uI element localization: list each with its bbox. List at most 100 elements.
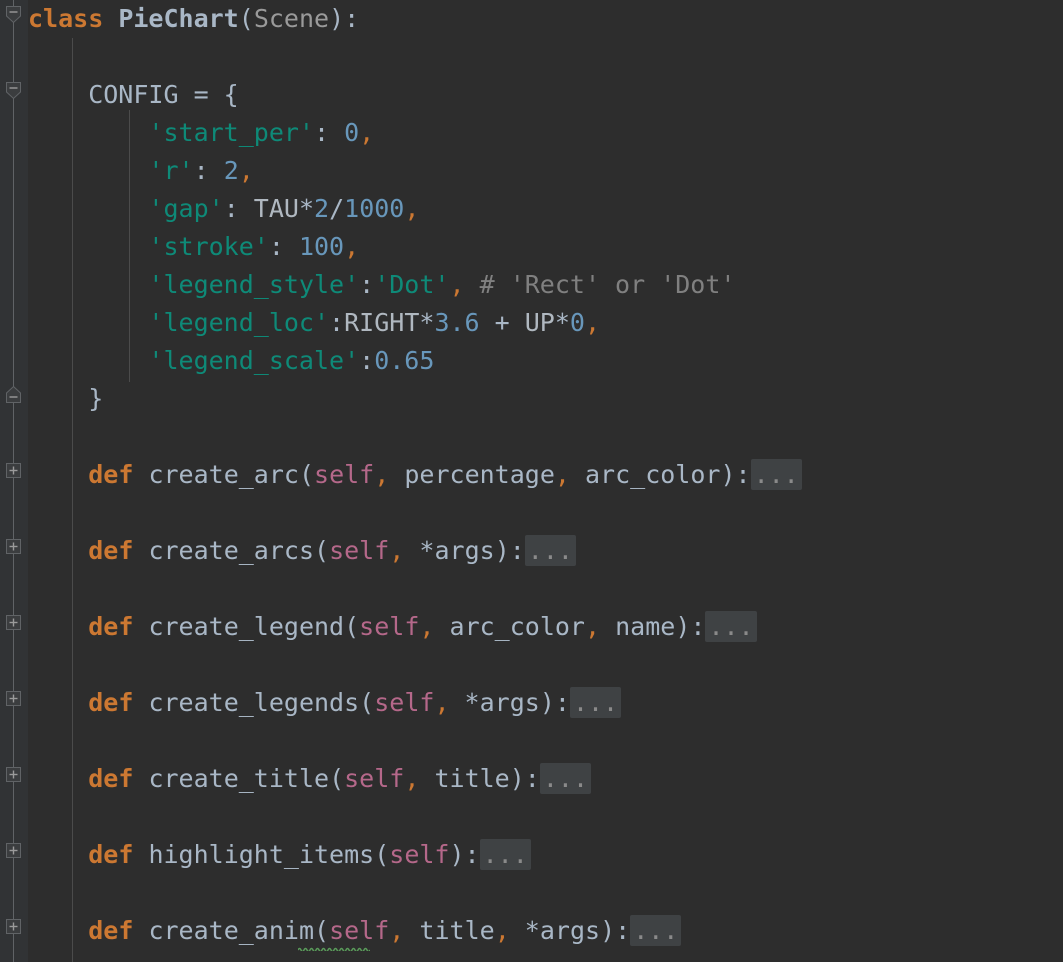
line-config-legend-loc[interactable]: 'legend_loc':RIGHT*3.6 + UP*0, (28, 304, 600, 342)
line-def-create-title[interactable]: def create_title(self, title):... (28, 760, 591, 798)
fold-collapse-class-icon[interactable] (3, 4, 24, 25)
code-token: Scene (253, 4, 330, 33)
line-config-close[interactable]: } (28, 380, 103, 418)
line-config-stroke[interactable]: 'stroke': 100, (28, 228, 359, 266)
code-token: * (419, 308, 435, 337)
code-token: self (329, 916, 390, 945)
code-token: def (88, 916, 134, 945)
code-token: UP (524, 308, 555, 337)
code-token: percentage (404, 460, 555, 489)
fold-expand-create-anim-icon[interactable] (3, 916, 24, 937)
line-config-open[interactable]: CONFIG = { (28, 76, 239, 114)
code-token: args (434, 536, 495, 565)
code-token: TAU (253, 194, 299, 223)
code-token: , (554, 460, 570, 489)
code-token: ): (720, 460, 751, 489)
fold-expand-create-legends-icon[interactable] (3, 688, 24, 709)
line-config-start-per[interactable]: 'start_per': 0, (28, 114, 374, 152)
code-token: * (404, 536, 435, 565)
fold-placeholder-ellipsis[interactable]: ... (569, 687, 622, 718)
code-token: name (615, 612, 676, 641)
code-token: ( (238, 4, 254, 33)
code-token: CONFIG = { (28, 80, 239, 109)
fold-expand-create-legend-icon[interactable] (3, 612, 24, 633)
line-def-highlight-items[interactable]: def highlight_items(self):... (28, 836, 531, 874)
code-token: highlight_items (148, 840, 375, 869)
code-token: PieChart (118, 4, 239, 33)
code-token: ( (359, 688, 375, 717)
fold-end-config-icon[interactable] (3, 384, 24, 405)
line-def-create-arcs[interactable]: def create_arcs(self, *args):... (28, 532, 576, 570)
code-token: ( (374, 840, 390, 869)
code-token: ): (539, 688, 570, 717)
code-token: self (374, 688, 435, 717)
code-token: , (434, 688, 450, 717)
line-config-r[interactable]: 'r': 2, (28, 152, 254, 190)
fold-placeholder-ellipsis[interactable]: ... (524, 535, 576, 566)
fold-spine (13, 0, 14, 962)
code-token: title (419, 916, 495, 945)
line-def-create-legends[interactable]: def create_legends(self, *args):... (28, 684, 622, 722)
code-token: 100 (298, 232, 345, 261)
code-token: self (359, 612, 420, 641)
code-token: self (389, 840, 450, 869)
code-token: 0 (344, 118, 360, 147)
line-def-create-legend[interactable]: def create_legend(self, arc_color, name)… (28, 608, 757, 646)
line-def-create-arc[interactable]: def create_arc(self, percentage, arc_col… (28, 456, 802, 494)
line-config-gap[interactable]: 'gap': TAU*2/1000, (28, 190, 419, 228)
code-token: ): (675, 612, 706, 641)
fold-placeholder-ellipsis[interactable]: ... (750, 459, 802, 490)
fold-expand-create-arcs-icon[interactable] (3, 536, 24, 557)
code-token: 1000 (344, 194, 405, 223)
code-token: * (554, 308, 570, 337)
line-config-legend-scale[interactable]: 'legend_scale':0.65 (28, 342, 434, 380)
code-token: def (88, 688, 134, 717)
code-token: def (88, 764, 134, 793)
code-token: , (584, 308, 601, 337)
fold-expand-create-title-icon[interactable] (3, 764, 24, 785)
code-token: create_title (148, 764, 330, 793)
fold-placeholder-ellipsis[interactable]: ... (479, 839, 531, 870)
code-editor[interactable]: class PieChart(Scene): CONFIG = { 'start… (0, 0, 1063, 962)
line-class-declaration[interactable]: class PieChart(Scene): (28, 0, 359, 38)
code-token: def (88, 536, 134, 565)
code-token: : (329, 308, 345, 337)
line-config-legend-style[interactable]: 'legend_style':'Dot', # 'Rect' or 'Dot' (28, 266, 735, 304)
code-token: * (449, 688, 480, 717)
fold-placeholder-ellipsis[interactable]: ... (630, 915, 682, 946)
code-area[interactable]: class PieChart(Scene): CONFIG = { 'start… (28, 0, 1063, 962)
fold-placeholder-ellipsis[interactable]: ... (705, 611, 757, 642)
editor-gutter[interactable] (0, 0, 28, 962)
code-token: def (88, 840, 134, 869)
fold-expand-highlight-items-icon[interactable] (3, 840, 24, 861)
code-token: + (479, 308, 525, 337)
code-token: self (344, 764, 405, 793)
code-token: , (494, 916, 510, 945)
line-def-create-anim[interactable]: def create_anim(self, title, *args):... (28, 912, 682, 950)
code-token: create_arc (148, 460, 299, 489)
fold-expand-create-arc-icon[interactable] (3, 460, 24, 481)
fold-collapse-config-icon[interactable] (3, 80, 24, 101)
code-token: ( (329, 764, 345, 793)
fold-placeholder-ellipsis[interactable]: ... (539, 763, 591, 794)
code-token: arc_color (585, 460, 721, 489)
code-token: ( (344, 612, 360, 641)
code-token: 'Dot' (374, 270, 450, 299)
code-token: 'stroke' (148, 232, 269, 261)
code-token: ): (600, 916, 631, 945)
code-token: , (238, 156, 254, 185)
code-token: , (404, 764, 420, 793)
code-token: class (28, 4, 104, 33)
code-token: 'legend_scale' (148, 346, 360, 375)
code-token: ( (314, 916, 330, 945)
code-token: create_arcs (148, 536, 315, 565)
